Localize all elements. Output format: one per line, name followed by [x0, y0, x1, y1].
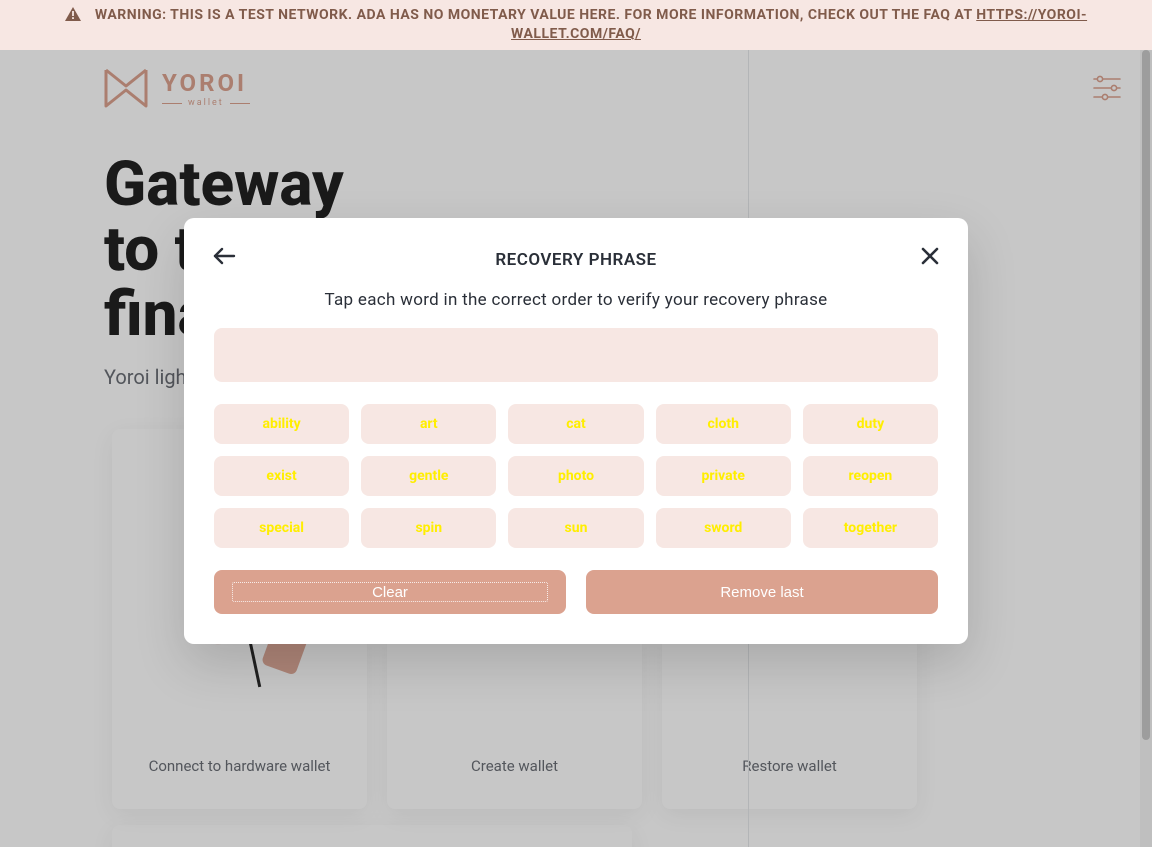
modal-title: RECOVERY PHRASE	[495, 250, 656, 270]
recovery-word-sun[interactable]: sun	[508, 508, 643, 548]
warning-icon	[65, 6, 81, 25]
modal-overlay: RECOVERY PHRASE Tap each word in the cor…	[0, 50, 1152, 847]
banner-text: WARNING: THIS IS A TEST NETWORK. ADA HAS…	[95, 7, 976, 23]
recovery-word-private[interactable]: private	[656, 456, 791, 496]
recovery-phrase-modal: RECOVERY PHRASE Tap each word in the cor…	[184, 218, 968, 644]
recovery-word-gentle[interactable]: gentle	[361, 456, 496, 496]
recovery-word-spin[interactable]: spin	[361, 508, 496, 548]
recovery-word-reopen[interactable]: reopen	[803, 456, 938, 496]
selected-words-area	[214, 328, 938, 382]
test-network-banner: WARNING: THIS IS A TEST NETWORK. ADA HAS…	[0, 0, 1152, 50]
recovery-word-cat[interactable]: cat	[508, 404, 643, 444]
recovery-word-cloth[interactable]: cloth	[656, 404, 791, 444]
recovery-word-together[interactable]: together	[803, 508, 938, 548]
recovery-word-photo[interactable]: photo	[508, 456, 643, 496]
modal-instruction: Tap each word in the correct order to ve…	[214, 290, 938, 310]
remove-last-button[interactable]: Remove last	[586, 570, 938, 614]
recovery-word-special[interactable]: special	[214, 508, 349, 548]
back-button[interactable]	[212, 246, 236, 270]
recovery-word-ability[interactable]: ability	[214, 404, 349, 444]
recovery-word-art[interactable]: art	[361, 404, 496, 444]
clear-button[interactable]: Clear	[214, 570, 566, 614]
recovery-word-sword[interactable]: sword	[656, 508, 791, 548]
recovery-word-duty[interactable]: duty	[803, 404, 938, 444]
close-button[interactable]	[920, 246, 940, 270]
recovery-word-exist[interactable]: exist	[214, 456, 349, 496]
